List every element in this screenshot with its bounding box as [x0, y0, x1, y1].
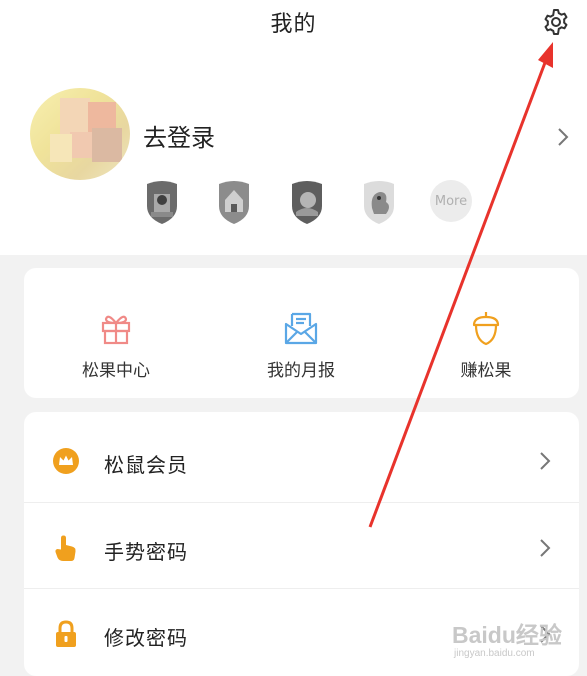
quick-actions-card: 松果中心 我的月报 赚松果 — [24, 268, 579, 398]
more-badges-button[interactable]: More — [430, 180, 472, 222]
gift-icon — [96, 308, 136, 348]
envelope-icon — [281, 308, 321, 348]
chevron-right-icon — [540, 452, 551, 470]
menu-item-squirrel-membership[interactable]: 松鼠会员 — [24, 416, 579, 502]
menu-item-label: 松鼠会员 — [104, 453, 188, 477]
crown-icon — [53, 448, 79, 474]
quick-action-label: 我的月报 — [267, 361, 335, 381]
watermark: Baidu经验 jingyan.baidu.com — [452, 616, 582, 672]
page-title: 我的 — [270, 12, 317, 37]
avatar[interactable] — [30, 88, 130, 180]
acorn-icon — [466, 308, 506, 348]
lock-icon — [56, 620, 76, 647]
menu-item-gesture-password[interactable]: 手势密码 — [24, 503, 579, 589]
quick-action-label: 赚松果 — [460, 361, 512, 381]
quick-action-pinecone-center[interactable]: 松果中心 — [56, 308, 176, 388]
profile-chevron-right-icon[interactable] — [552, 126, 574, 148]
shield-badge-icon[interactable] — [213, 178, 255, 226]
watermark-logo-text: Baidu经验 — [452, 622, 562, 648]
quick-action-label: 松果中心 — [82, 361, 150, 381]
hand-icon — [55, 535, 76, 561]
quick-action-earn-pinecones[interactable]: 赚松果 — [426, 308, 546, 388]
settings-button[interactable] — [538, 4, 574, 40]
shield-badge-icon[interactable] — [141, 178, 183, 226]
shield-badge-icon[interactable] — [286, 178, 328, 226]
quick-action-monthly-report[interactable]: 我的月报 — [241, 308, 361, 388]
menu-item-label: 手势密码 — [104, 540, 188, 564]
shield-badge-icon[interactable] — [358, 178, 400, 226]
login-link[interactable]: 去登录 — [143, 118, 215, 153]
watermark-url: jingyan.baidu.com — [454, 648, 535, 659]
profile-header: 我的 去登录 More — [0, 0, 587, 255]
gear-icon — [544, 9, 568, 35]
menu-item-label: 修改密码 — [104, 626, 188, 650]
chevron-right-icon — [540, 539, 551, 557]
